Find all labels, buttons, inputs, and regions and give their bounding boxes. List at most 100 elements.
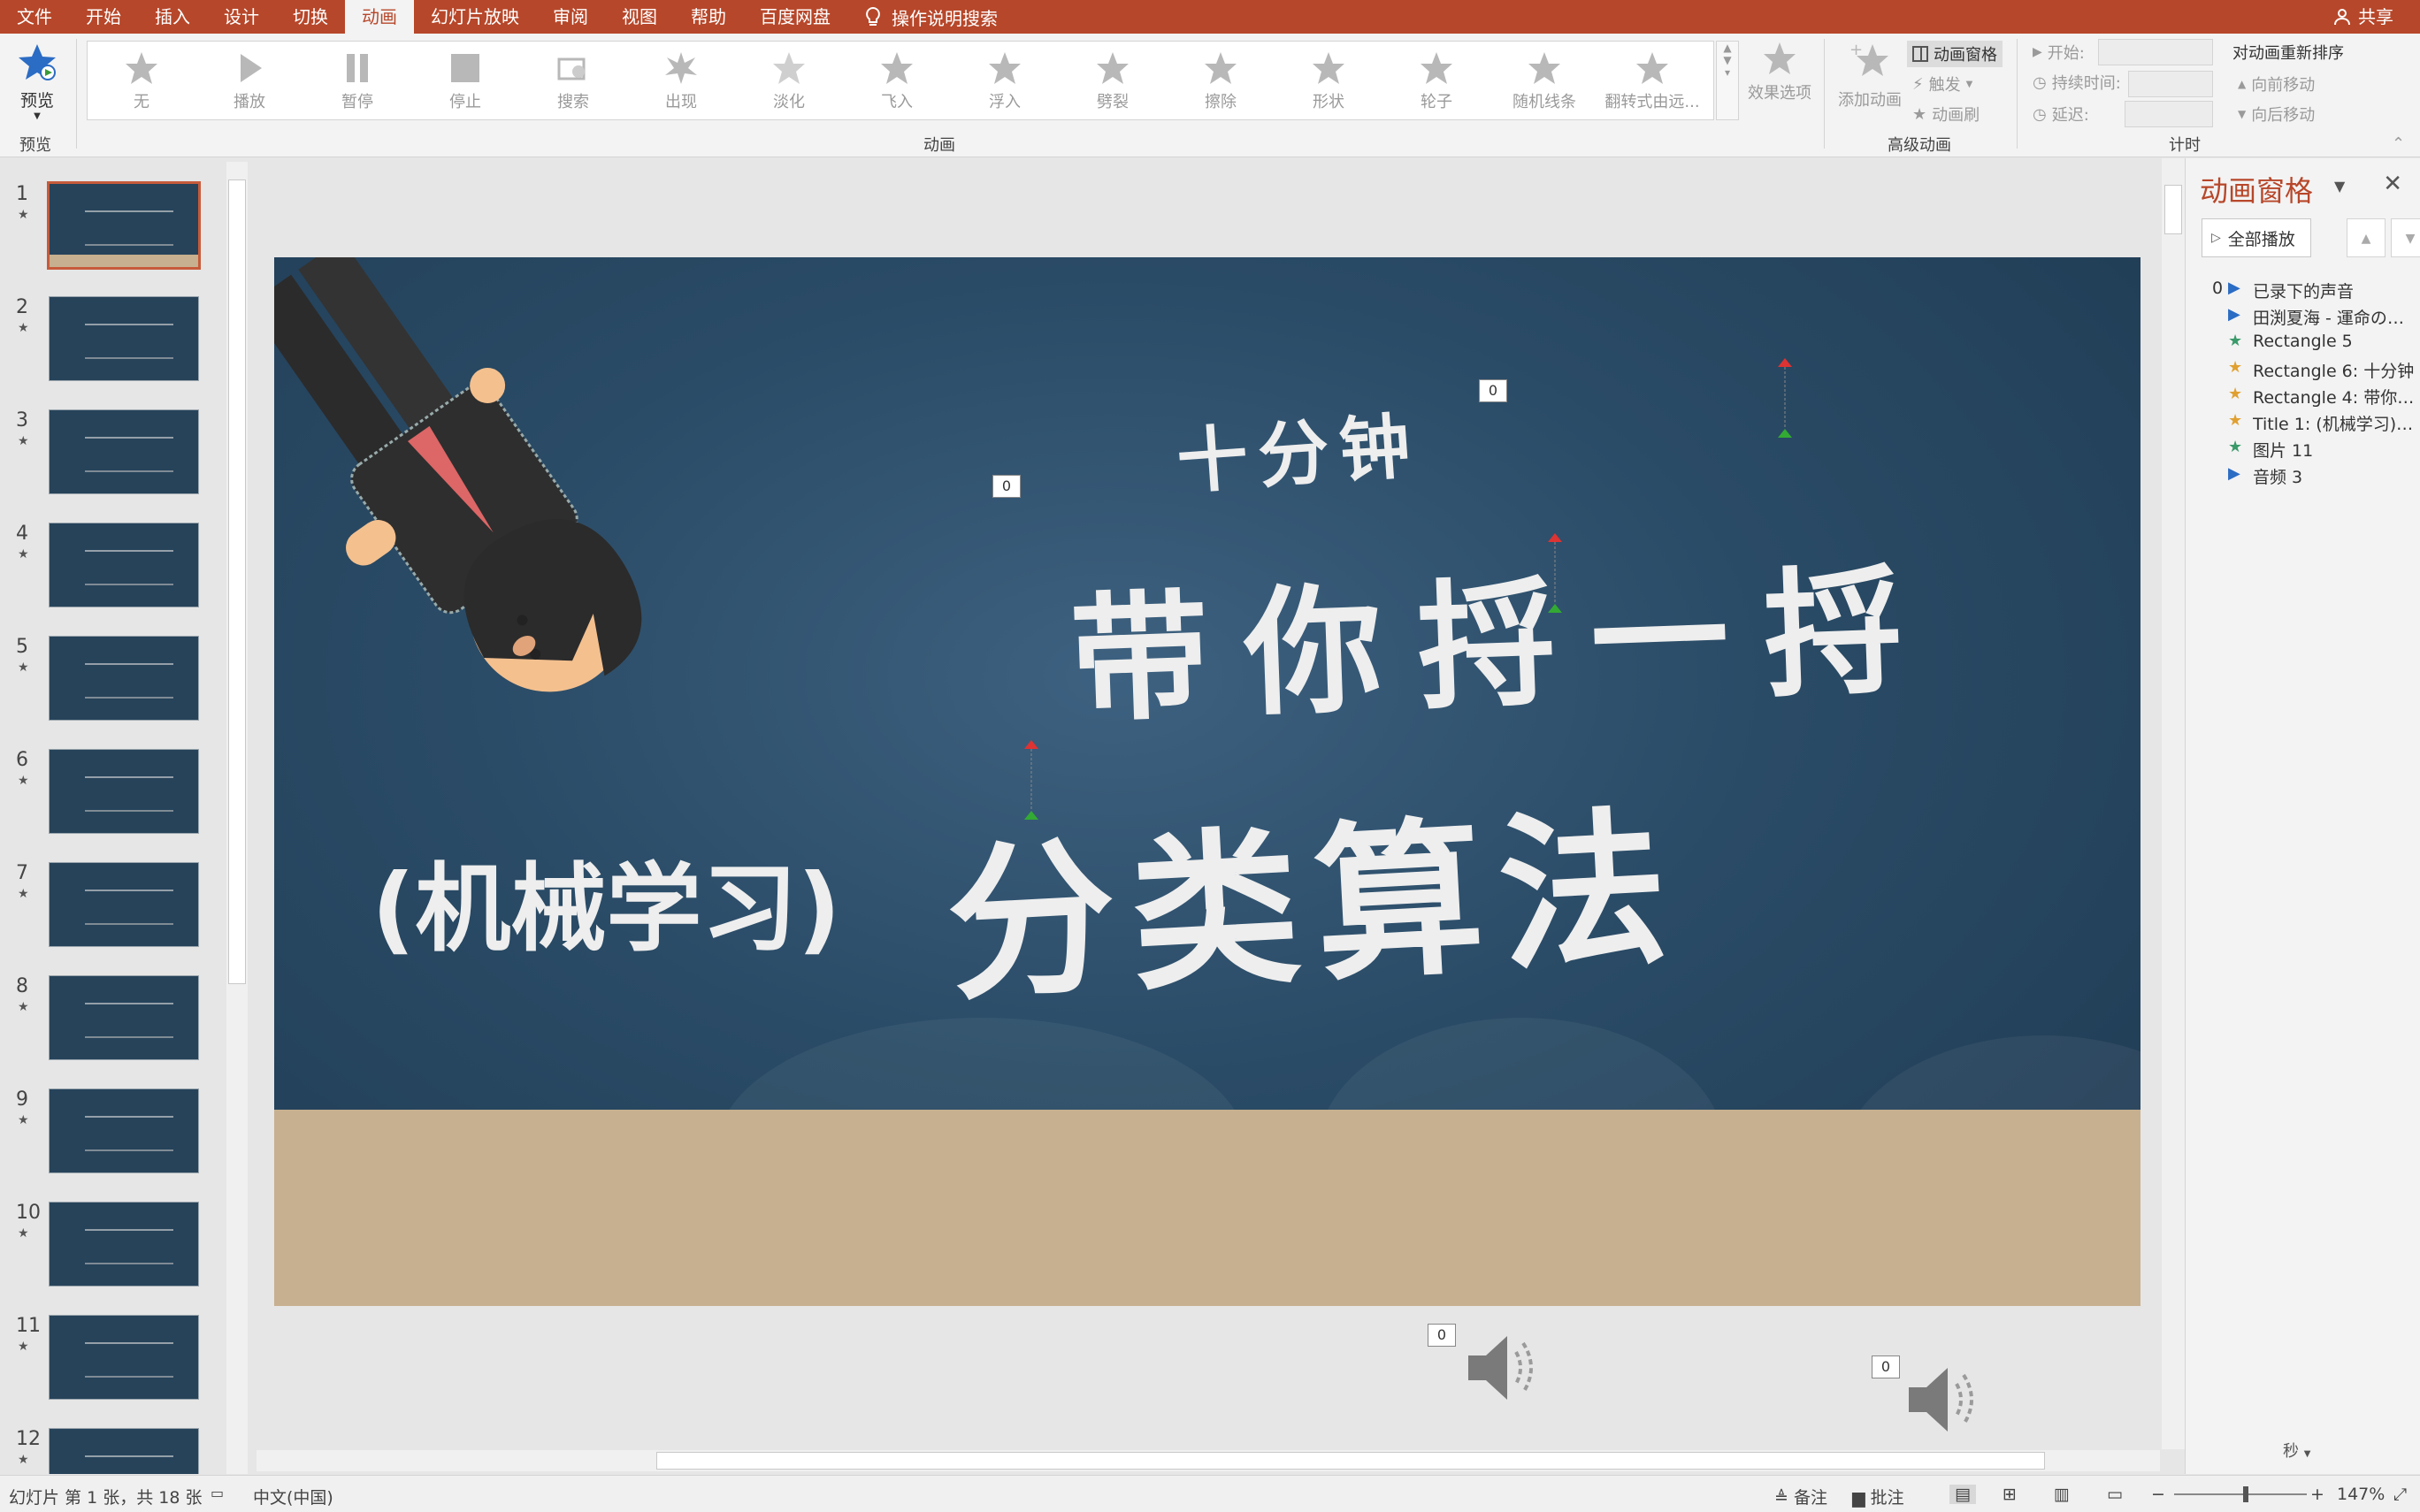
anim-grow-turn[interactable]: 翻转式由远... [1600, 42, 1704, 121]
duration-input[interactable] [2128, 71, 2213, 97]
anim-float-in[interactable]: 浮入 [953, 42, 1057, 121]
slide-sorter-icon[interactable]: ⊞ [2003, 1485, 2017, 1504]
slide-canvas[interactable]: 十分钟 带你捋一捋 (机械学习) 分类算法 0 0 [274, 257, 2140, 1306]
animation-pane-button[interactable]: 动画窗格 [1907, 41, 2003, 67]
anim-random-bars[interactable]: 随机线条 [1492, 42, 1597, 121]
seconds-dropdown[interactable]: 秒 ▼ [2283, 1439, 2310, 1462]
thumbnail-slide-2[interactable]: 2 ★ [0, 296, 230, 409]
chevron-down-icon[interactable]: ▼ [2334, 178, 2345, 195]
animation-item[interactable]: ★ 图片 11 [2186, 434, 2420, 461]
anim-pause[interactable]: 暂停 [305, 42, 410, 121]
language-indicator[interactable]: 中文(中国) [253, 1485, 333, 1508]
animation-order-marker[interactable]: 0 [1872, 1355, 1900, 1378]
spellcheck-icon[interactable]: ▭ [211, 1485, 224, 1501]
animation-item[interactable]: 0 ▶ 已录下的声音 [2186, 275, 2420, 302]
horizontal-scrollbar[interactable] [257, 1450, 2160, 1471]
tab-review[interactable]: 审阅 [536, 0, 605, 34]
move-down-button[interactable]: ▼ [2391, 218, 2420, 257]
thumbnail-slide-5[interactable]: 5 ★ [0, 636, 230, 749]
subtitle-text[interactable]: 十分钟 [1173, 389, 1424, 508]
title-line-2a[interactable]: (机械学习) [371, 832, 841, 970]
tab-slideshow[interactable]: 幻灯片放映 [414, 0, 536, 34]
anim-split[interactable]: 劈裂 [1061, 42, 1165, 121]
tab-view[interactable]: 视图 [605, 0, 674, 34]
close-icon[interactable]: ✕ [2383, 171, 2402, 197]
tab-help[interactable]: 帮助 [674, 0, 743, 34]
scroll-handle[interactable] [228, 179, 246, 984]
tab-baidu[interactable]: 百度网盘 [743, 0, 847, 34]
effect-options-button[interactable]: 效果选项 [1748, 41, 1811, 103]
tab-home[interactable]: 开始 [69, 0, 138, 34]
anim-stop[interactable]: 停止 [413, 42, 517, 121]
collapse-ribbon-button[interactable]: ⌃ [2392, 134, 2405, 153]
speaker-icon[interactable] [1461, 1325, 1546, 1410]
animation-item[interactable]: ★ Title 1: (机械学习) ... [2186, 408, 2420, 434]
motion-path-marker[interactable] [1778, 358, 1792, 438]
tab-animations[interactable]: 动画 [345, 0, 414, 34]
title-line-2b[interactable]: 分类算法 [940, 751, 1688, 1032]
animation-item[interactable]: ★ Rectangle 4: 带你捋... [2186, 381, 2420, 408]
animation-order-marker[interactable]: 0 [1428, 1324, 1456, 1347]
slideshow-icon[interactable]: ▭ [2107, 1485, 2123, 1504]
animation-item[interactable]: ▶ 音频 3 [2186, 461, 2420, 487]
thumbnail-slide-7[interactable]: 7 ★ [0, 862, 230, 975]
thumbnail-scrollbar[interactable] [226, 162, 248, 1474]
tab-design[interactable]: 设计 [207, 0, 276, 34]
anim-fade[interactable]: 淡化 [737, 42, 841, 121]
thumbnail-slide-4[interactable]: 4 ★ [0, 523, 230, 636]
zoom-level[interactable]: 147% [2337, 1485, 2385, 1504]
thumbnail-slide-10[interactable]: 10 ★ [0, 1202, 230, 1315]
anim-wheel[interactable]: 轮子 [1384, 42, 1489, 121]
speaker-icon[interactable] [1902, 1357, 1987, 1442]
trigger-button[interactable]: ⚡ 触发 ▼ [1912, 73, 1972, 95]
tab-insert[interactable]: 插入 [138, 0, 207, 34]
thumbnail-slide-12[interactable]: 12 ★ [0, 1428, 230, 1474]
anim-none[interactable]: 无 [89, 42, 194, 121]
thumbnail-slide-3[interactable]: 3 ★ [0, 409, 230, 523]
zoom-slider-thumb[interactable] [2243, 1486, 2248, 1502]
preview-button[interactable]: 预览 ▼ [11, 41, 64, 126]
animation-order-marker[interactable]: 0 [992, 475, 1021, 498]
move-later-button[interactable]: ▼ 向后移动 [2238, 103, 2315, 126]
thumbnail-slide-11[interactable]: 11 ★ [0, 1315, 230, 1428]
title-line-1[interactable]: 带你捋一捋 [1067, 518, 1941, 748]
anim-shape[interactable]: 形状 [1276, 42, 1381, 121]
normal-view-icon[interactable]: ▤ [1949, 1485, 1976, 1504]
thumbnail-slide-8[interactable]: 8 ★ [0, 975, 230, 1088]
scroll-handle[interactable] [2164, 185, 2182, 234]
play-all-button[interactable]: ▷ 全部播放 [2202, 218, 2311, 257]
notes-button[interactable]: ≜ 备注 [1774, 1485, 1827, 1508]
zoom-out-button[interactable]: − [2151, 1485, 2165, 1504]
anim-wipe[interactable]: 擦除 [1168, 42, 1273, 121]
animation-painter-button[interactable]: ★ 动画刷 [1912, 103, 1980, 126]
reading-view-icon[interactable]: ▥ [2054, 1485, 2070, 1504]
animation-item[interactable]: ★ Rectangle 6: 十分钟 [2186, 355, 2420, 381]
move-up-button[interactable]: ▲ [2347, 218, 2386, 257]
tab-file[interactable]: 文件 [0, 0, 69, 34]
comments-button[interactable]: ▆ 批注 [1852, 1485, 1904, 1508]
add-animation-button[interactable]: + 添加动画 [1834, 41, 1905, 111]
motion-path-marker[interactable] [1548, 533, 1562, 613]
move-earlier-button[interactable]: ▲ 向前移动 [2238, 73, 2315, 95]
start-select[interactable] [2098, 39, 2213, 65]
zoom-in-button[interactable]: + [2310, 1485, 2324, 1504]
cartoon-character-image[interactable] [274, 257, 708, 761]
thumbnail-slide-1[interactable]: 1 ★ [0, 181, 230, 296]
gallery-scroll[interactable]: ▲ ▼ ▾ [1716, 41, 1739, 120]
thumbnail-slide-9[interactable]: 9 ★ [0, 1088, 230, 1202]
scroll-handle[interactable] [656, 1452, 2045, 1470]
share-button[interactable]: 共享 [2333, 0, 2393, 34]
motion-path-marker[interactable] [1024, 740, 1038, 820]
anim-play[interactable]: 播放 [197, 42, 302, 121]
zoom-slider[interactable] [2174, 1493, 2307, 1495]
animation-order-marker[interactable]: 0 [1479, 379, 1507, 402]
anim-seek[interactable]: 搜索 [521, 42, 625, 121]
tell-me-search[interactable]: 操作说明搜索 [865, 4, 998, 30]
fit-to-window-icon[interactable]: ⤢ [2393, 1485, 2407, 1504]
delay-input[interactable] [2125, 101, 2213, 127]
anim-fly-in[interactable]: 飞入 [845, 42, 949, 121]
vertical-scrollbar[interactable] [2162, 158, 2185, 1449]
animation-item[interactable]: ★ Rectangle 5 [2186, 328, 2420, 355]
anim-appear[interactable]: 出现 [629, 42, 733, 121]
tab-transitions[interactable]: 切换 [276, 0, 345, 34]
